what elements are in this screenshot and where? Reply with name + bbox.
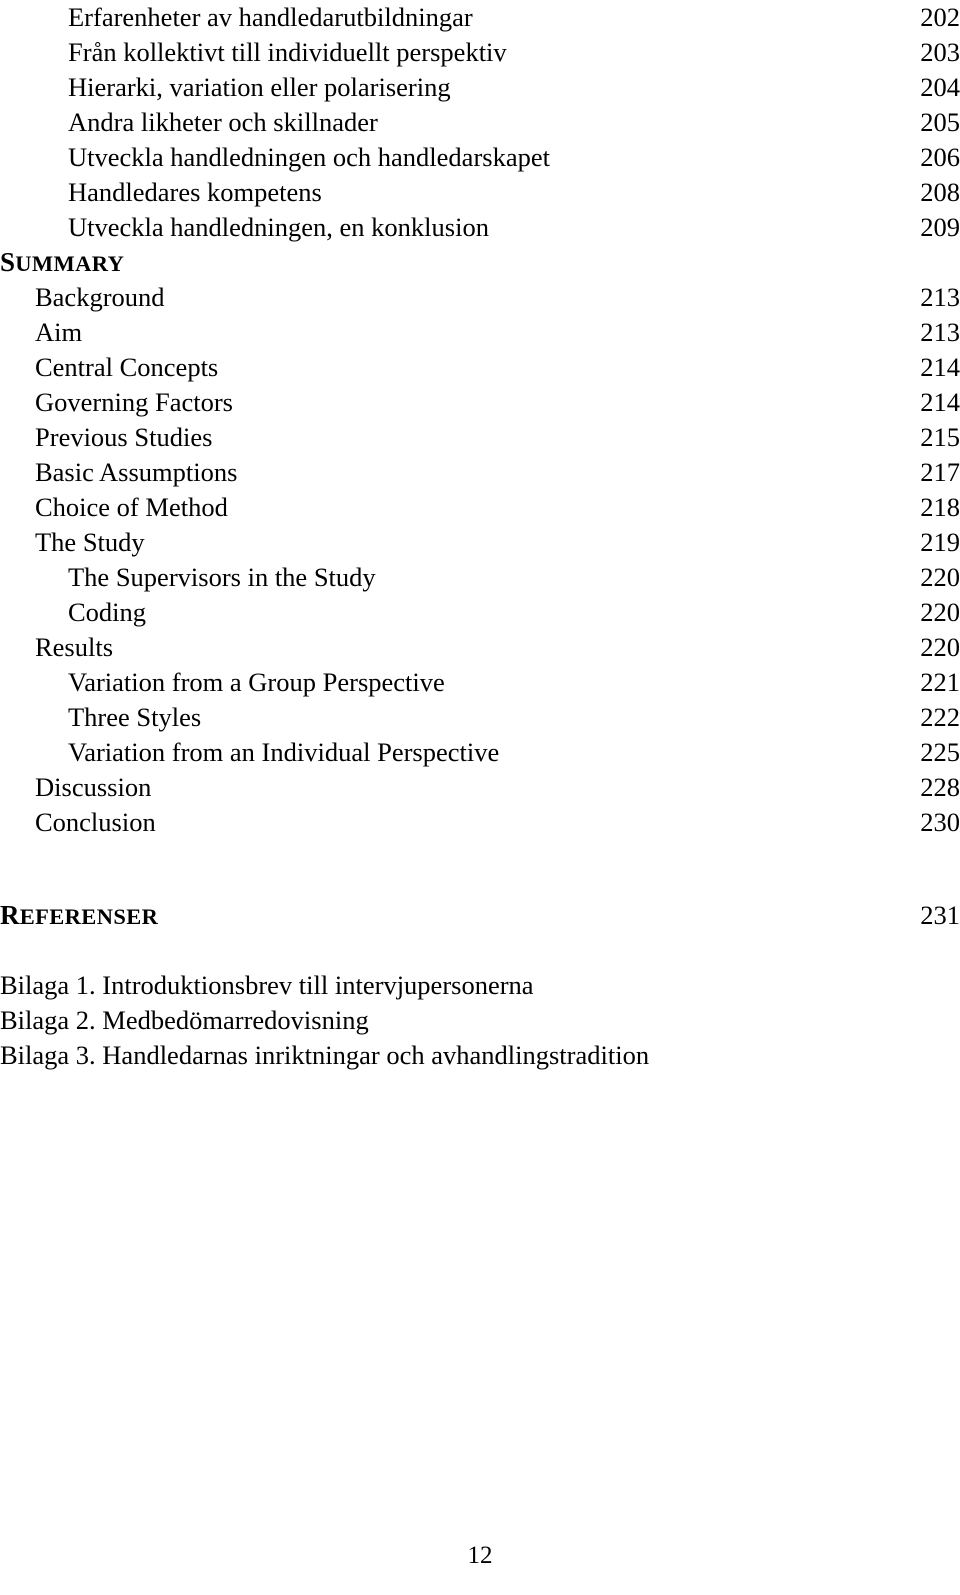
toc-entry-page-number: 203 — [920, 37, 960, 67]
toc-entry-page-number: 220 — [920, 562, 960, 592]
toc-entry-label: Previous Studies — [35, 422, 213, 452]
toc-entry-label: Background — [35, 282, 165, 312]
toc-entry-page-number: 209 — [920, 212, 960, 242]
toc-entry[interactable]: The Supervisors in the Study 220 — [0, 560, 960, 595]
toc-heading-initial: S — [0, 247, 16, 277]
toc-entry[interactable]: Aim 213 — [0, 315, 960, 350]
toc-entry-label: Coding — [68, 597, 147, 627]
toc-entry-page-number: 218 — [920, 492, 960, 522]
toc-entry-label: Three Styles — [68, 702, 202, 732]
toc-entry-label: Discussion — [35, 772, 152, 802]
toc-entry-label: The Supervisors in the Study — [68, 562, 376, 592]
toc-entry-label: SUMMARY — [0, 245, 124, 281]
toc-entry-page-number: 214 — [920, 352, 960, 382]
toc-entry-page-number: 213 — [920, 282, 960, 312]
toc-entry-label: Results — [35, 632, 114, 662]
toc-entry[interactable]: Conclusion 230 — [0, 805, 960, 840]
toc-entry-label: Erfarenheter av handledarutbildningar — [68, 2, 473, 32]
toc-entry-label: The Study — [35, 527, 145, 557]
toc-entry[interactable]: SUMMARY — [0, 245, 960, 280]
toc-entry-page-number: 204 — [920, 72, 960, 102]
toc-entry-page-number: 214 — [920, 387, 960, 417]
toc-entry-page-number: 219 — [920, 527, 960, 557]
toc-entry-page-number: 222 — [920, 702, 960, 732]
toc-entry[interactable]: Utveckla handledningen och handledarskap… — [0, 140, 960, 175]
toc-heading-rest: UMMARY — [15, 251, 125, 276]
toc-entry-page-number: 230 — [920, 807, 960, 837]
toc-entry-label: Utveckla handledningen, en konklusion — [68, 212, 489, 242]
toc-entry-page-number: 225 — [920, 737, 960, 767]
toc-entry-page-number: 213 — [920, 317, 960, 347]
toc-entry-page-number: 208 — [920, 177, 960, 207]
toc-entry-label: Aim — [35, 317, 83, 347]
toc-entry-label: Variation from a Group Perspective — [68, 667, 445, 697]
toc-entry[interactable]: Från kollektivt till individuellt perspe… — [0, 35, 960, 70]
toc-entry[interactable]: Erfarenheter av handledarutbildningar 202 — [0, 0, 960, 35]
toc-entry[interactable]: Utveckla handledningen, en konklusion 209 — [0, 210, 960, 245]
appendix-entry[interactable]: Bilaga 3. Handledarnas inriktningar och … — [0, 1038, 960, 1073]
toc-entry-label: Central Concepts — [35, 352, 219, 382]
toc-entry[interactable]: Choice of Method 218 — [0, 490, 960, 525]
references-heading-initial: R — [0, 900, 20, 930]
toc-entry-page-number: 220 — [920, 632, 960, 662]
toc-entry-page-number: 221 — [920, 667, 960, 697]
toc-entry[interactable]: Basic Assumptions 217 — [0, 455, 960, 490]
toc-entry-label: Från kollektivt till individuellt perspe… — [68, 37, 507, 67]
toc-entry[interactable]: Central Concepts 214 — [0, 350, 960, 385]
page-number: 12 — [467, 1542, 493, 1569]
toc-entry[interactable]: Governing Factors 214 — [0, 385, 960, 420]
toc-entry[interactable]: Discussion 228 — [0, 770, 960, 805]
table-of-contents: Erfarenheter av handledarutbildningar 202… — [0, 0, 960, 1073]
toc-entry-page-number: 217 — [920, 457, 960, 487]
appendix-entry[interactable]: Bilaga 1. Introduktionsbrev till intervj… — [0, 968, 960, 1003]
toc-entry-label: Andra likheter och skillnader — [68, 107, 378, 137]
toc-entry-label: Handledares kompetens — [68, 177, 322, 207]
toc-entry[interactable]: The Study 219 — [0, 525, 960, 560]
toc-entry[interactable]: Hierarki, variation eller polarisering 20… — [0, 70, 960, 105]
toc-entry-label: Conclusion — [35, 807, 156, 837]
appendix-entry[interactable]: Bilaga 2. Medbedömarredovisning — [0, 1003, 960, 1038]
document-page: Erfarenheter av handledarutbildningar 202… — [0, 0, 960, 1595]
toc-entry[interactable]: Three Styles 222 — [0, 700, 960, 735]
toc-entry-page-number: 205 — [920, 107, 960, 137]
toc-entry-label: Governing Factors — [35, 387, 233, 417]
toc-entry-page-number: 202 — [920, 2, 960, 32]
toc-entry[interactable]: Results 220 — [0, 630, 960, 665]
references-heading-row[interactable]: REFERENSER 231 — [0, 898, 960, 933]
toc-entry-label: Utveckla handledningen och handledarskap… — [68, 142, 550, 172]
toc-entry-label: Choice of Method — [35, 492, 228, 522]
toc-entry[interactable]: Previous Studies 215 — [0, 420, 960, 455]
toc-entry[interactable]: Variation from an Individual Perspective… — [0, 735, 960, 770]
references-page-number: 231 — [920, 900, 960, 930]
references-heading-label: REFERENSER — [0, 898, 158, 934]
toc-entry[interactable]: Andra likheter och skillnader 205 — [0, 105, 960, 140]
toc-entry-page-number: 228 — [920, 772, 960, 802]
toc-entry-label: Variation from an Individual Perspective — [68, 737, 500, 767]
toc-entry[interactable]: Variation from a Group Perspective 221 — [0, 665, 960, 700]
toc-entry-label: Basic Assumptions — [35, 457, 238, 487]
toc-entry[interactable]: Coding 220 — [0, 595, 960, 630]
toc-entry-page-number: 215 — [920, 422, 960, 452]
toc-entry-page-number: 206 — [920, 142, 960, 172]
toc-entry-page-number: 220 — [920, 597, 960, 627]
references-heading-rest: EFERENSER — [19, 904, 159, 929]
toc-entry[interactable]: Handledares kompetens 208 — [0, 175, 960, 210]
toc-entry-label: Hierarki, variation eller polarisering — [68, 72, 451, 102]
toc-entry[interactable]: Background 213 — [0, 280, 960, 315]
